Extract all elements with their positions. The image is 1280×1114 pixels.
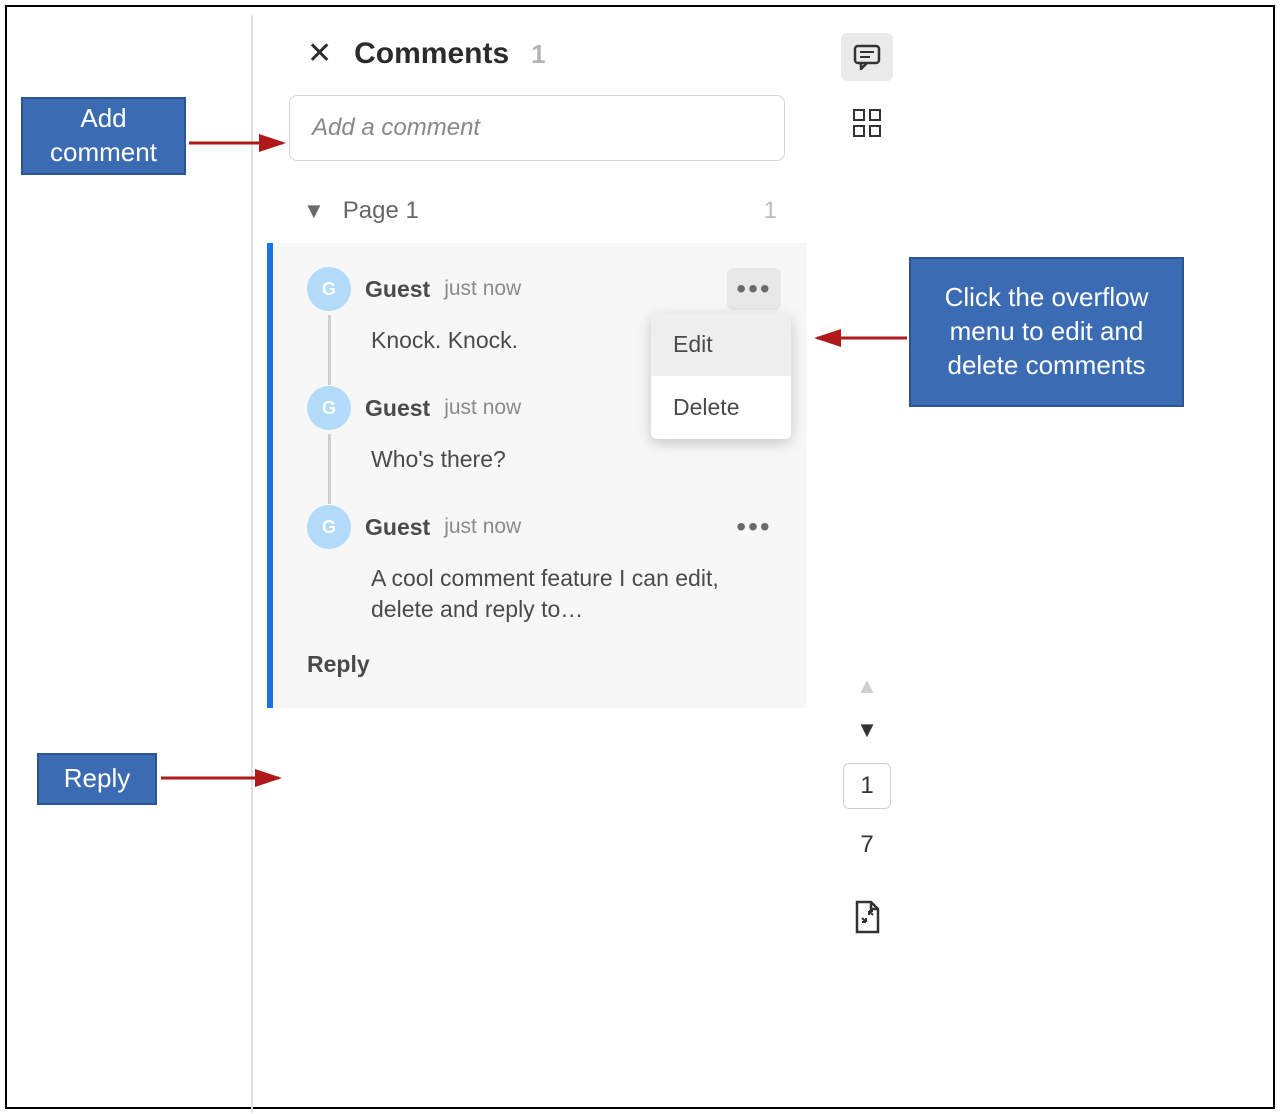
panel-title: Comments (354, 37, 509, 71)
callout-add-comment: Add comment (21, 97, 186, 175)
comment-body: Who's there? (371, 444, 781, 475)
comment-author: Guest (365, 395, 430, 422)
comment-time: just now (444, 515, 521, 539)
thread-connector (328, 315, 331, 385)
close-icon[interactable]: ✕ (307, 39, 332, 69)
comment-body: A cool comment feature I can edit, delet… (371, 563, 781, 625)
menu-item-delete[interactable]: Delete (651, 376, 791, 439)
add-comment-placeholder: Add a comment (312, 114, 480, 141)
avatar: G (307, 386, 351, 430)
page-label: Page 1 (343, 197, 746, 225)
page-comment-count: 1 (764, 197, 777, 225)
avatar: G (307, 267, 351, 311)
document-edge-line (251, 15, 253, 1113)
comment-time: just now (444, 277, 521, 301)
callout-arrow (187, 123, 297, 163)
overflow-menu-button[interactable]: ••• (727, 268, 781, 310)
right-rail: ▲ ▼ 1 7 (827, 15, 907, 159)
overflow-menu-button[interactable]: ••• (727, 506, 781, 548)
current-page-input[interactable]: 1 (843, 763, 891, 809)
comment-icon (852, 43, 882, 71)
comments-panel: ✕ Comments 1 Add a comment ▼ Page 1 1 G … (267, 15, 807, 708)
comment-author: Guest (365, 514, 430, 541)
total-pages: 7 (860, 831, 873, 859)
callout-overflow: Click the overflow menu to edit and dele… (909, 257, 1184, 407)
thread-connector (328, 434, 331, 504)
page-down-button[interactable]: ▼ (856, 719, 878, 741)
chevron-down-icon: ▼ (303, 200, 325, 222)
comments-view-button[interactable] (841, 33, 893, 81)
grid-icon (853, 109, 881, 137)
page-section-header[interactable]: ▼ Page 1 1 (267, 161, 807, 243)
fit-page-button[interactable] (851, 899, 883, 940)
thumbnails-view-button[interactable] (841, 99, 893, 147)
overflow-menu: Edit Delete (651, 313, 791, 439)
fit-page-icon (851, 899, 883, 935)
callout-reply: Reply (37, 753, 157, 805)
page-up-button[interactable]: ▲ (856, 675, 878, 697)
menu-item-edit[interactable]: Edit (651, 313, 791, 376)
add-comment-input[interactable]: Add a comment (289, 95, 785, 161)
comment-time: just now (444, 396, 521, 420)
avatar: G (307, 505, 351, 549)
callout-arrow (811, 323, 911, 353)
comment-item[interactable]: G Guest just now ••• A cool comment feat… (295, 505, 781, 625)
comments-count: 1 (531, 39, 545, 70)
panel-header: ✕ Comments 1 (267, 15, 807, 95)
page-navigator: ▲ ▼ 1 7 (827, 675, 907, 940)
comment-thread: G Guest just now ••• Knock. Knock. Edit … (267, 243, 807, 708)
callout-arrow (159, 763, 289, 793)
reply-button[interactable]: Reply (307, 651, 781, 678)
comment-author: Guest (365, 276, 430, 303)
